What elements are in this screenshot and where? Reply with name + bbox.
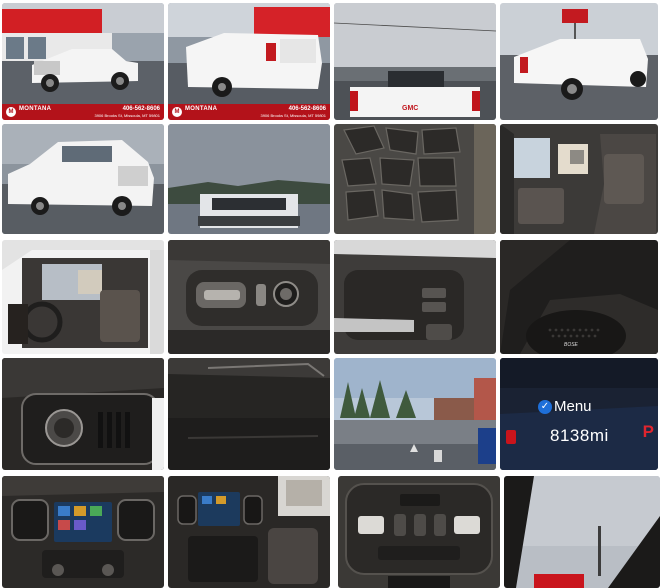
dealer-address: 3906 Brooks St, Missoula, MT 59801 bbox=[260, 113, 326, 118]
dealer-phone: 406-562-8606 bbox=[122, 106, 160, 112]
dealer-logo-icon: M bbox=[6, 107, 16, 117]
truck-photo-icon bbox=[334, 3, 496, 120]
photo-center-console[interactable] bbox=[168, 476, 330, 588]
photo-dash-panel[interactable] bbox=[168, 358, 330, 470]
photo-overhead-console[interactable] bbox=[338, 476, 500, 588]
photo-door-handle[interactable] bbox=[334, 240, 496, 354]
dealer-banner: M MONTANA 406-562-8606 3906 Brooks St, M… bbox=[2, 104, 164, 120]
dealer-brand: MONTANA bbox=[19, 106, 52, 112]
photo-sunroof-sky[interactable] bbox=[504, 476, 660, 588]
dealer-logo-icon: M bbox=[172, 107, 182, 117]
dealer-address: 3906 Brooks St, Missoula, MT 59801 bbox=[94, 113, 160, 118]
photo-rear-gmc[interactable]: GMC bbox=[334, 3, 496, 120]
menu-check-icon: ✓ bbox=[538, 400, 552, 414]
photo-bose-speaker[interactable]: BOSE bbox=[500, 240, 658, 354]
cluster-menu-label: Menu bbox=[554, 398, 592, 415]
interior-photo-icon bbox=[2, 240, 164, 354]
dealer-phone: 406-562-8606 bbox=[288, 106, 326, 112]
odometer-reading: 8138mi bbox=[550, 426, 609, 445]
truck-photo-icon bbox=[500, 3, 658, 120]
interior-photo-icon bbox=[2, 476, 164, 588]
truck-photo-icon bbox=[168, 124, 330, 234]
photo-driver-door-open[interactable] bbox=[2, 240, 164, 354]
door-warning-icon bbox=[506, 430, 516, 444]
tailgate-badge: GMC bbox=[402, 105, 419, 112]
dealer-brand: MONTANA bbox=[185, 106, 218, 112]
interior-photo-icon bbox=[168, 476, 330, 588]
photo-seat-controls[interactable] bbox=[168, 240, 330, 354]
interior-photo-icon bbox=[334, 240, 496, 354]
interior-photo-icon bbox=[2, 358, 164, 470]
interior-photo-icon bbox=[168, 358, 330, 470]
dealer-banner: M MONTANA 406-562-8606 3906 Brooks St, M… bbox=[168, 104, 330, 120]
interior-photo-icon bbox=[500, 124, 658, 234]
photo-rear-seats[interactable] bbox=[500, 124, 658, 234]
tire-photo-icon bbox=[334, 124, 496, 234]
gear-indicator: P bbox=[642, 422, 654, 441]
photo-tire-tread[interactable] bbox=[334, 124, 496, 234]
interior-photo-icon bbox=[338, 476, 500, 588]
interior-photo-icon bbox=[500, 240, 658, 354]
photo-rear-quarter-lot[interactable]: M MONTANA 406-562-8606 3906 Brooks St, M… bbox=[168, 3, 330, 120]
interior-photo-icon bbox=[168, 240, 330, 354]
speaker-brand-label: BOSE bbox=[564, 342, 578, 348]
truck-photo-icon bbox=[2, 124, 164, 234]
photo-rear-quarter-sign[interactable] bbox=[500, 3, 658, 120]
photo-side-quarter[interactable] bbox=[2, 124, 164, 234]
photo-odometer[interactable]: ✓ Menu 8138mi P bbox=[500, 358, 658, 470]
photo-drive-mode-knob[interactable] bbox=[2, 358, 164, 470]
photo-front-quarter-lot[interactable]: M MONTANA 406-562-8606 3906 Brooks St, M… bbox=[2, 3, 164, 120]
photo-gallery: M MONTANA 406-562-8606 3906 Brooks St, M… bbox=[0, 0, 660, 588]
scene-photo-icon bbox=[334, 358, 496, 470]
truck-photo-icon bbox=[2, 3, 164, 120]
photo-lot-view-hud[interactable] bbox=[334, 358, 496, 470]
photo-infotainment[interactable] bbox=[2, 476, 164, 588]
truck-photo-icon bbox=[168, 3, 330, 120]
photo-front-grille[interactable] bbox=[168, 124, 330, 234]
scene-photo-icon bbox=[504, 476, 660, 588]
